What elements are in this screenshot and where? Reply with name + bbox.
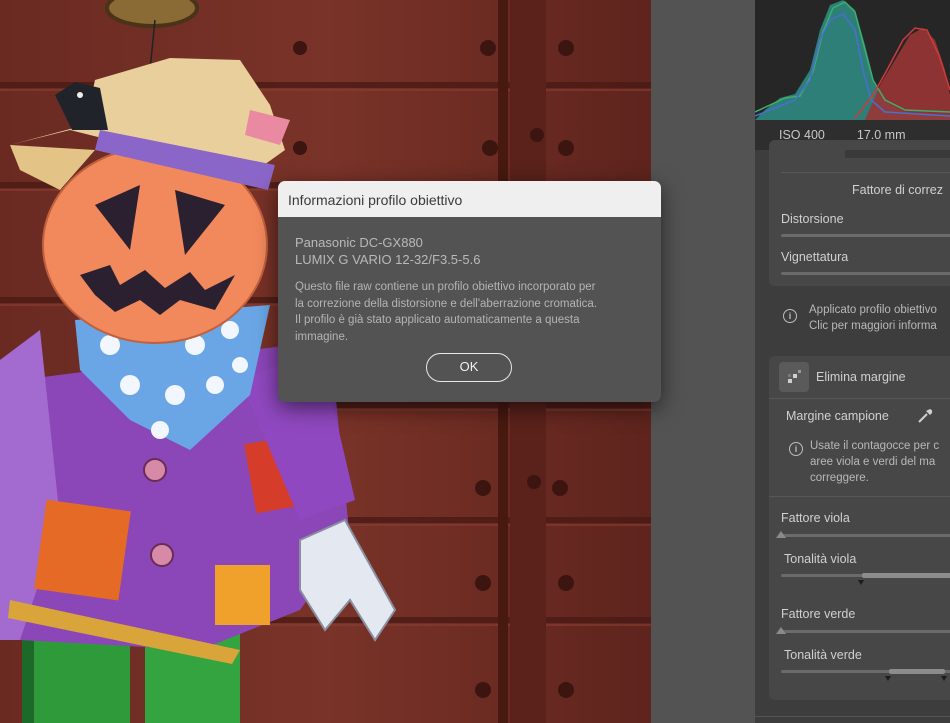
histogram xyxy=(755,0,950,120)
purple-amount-label: Fattore viola xyxy=(781,511,850,525)
correction-factor-heading: Fattore di correz xyxy=(852,183,944,197)
divider xyxy=(755,716,950,717)
purple-hue-thumb[interactable] xyxy=(858,580,864,585)
info-icon[interactable]: i xyxy=(783,309,797,323)
purple-amount-slider[interactable] xyxy=(781,534,950,537)
green-hue-label: Tonalità verde xyxy=(784,648,862,662)
ok-button[interactable]: OK xyxy=(426,353,512,382)
applied-profile-link[interactable]: Applicato profilo obiettivo Clic per mag… xyxy=(809,302,937,334)
purple-hue-range xyxy=(862,573,950,578)
green-hue-thumb-left[interactable] xyxy=(885,676,891,681)
profile-dropdown-partial[interactable] xyxy=(845,150,950,158)
defringe-icon xyxy=(779,362,809,392)
defringe-title: Elimina margine xyxy=(816,370,906,384)
divider xyxy=(769,496,950,497)
applied-note-line1: Applicato profilo obiettivo xyxy=(809,304,937,316)
green-hue-range xyxy=(889,669,945,674)
green-amount-slider[interactable] xyxy=(781,630,950,633)
vignetting-slider[interactable] xyxy=(781,272,950,275)
lens-correction-card: Fattore di correz Distorsione Vignettatu… xyxy=(769,140,950,286)
green-amount-thumb[interactable] xyxy=(776,627,786,634)
histogram-graph xyxy=(755,0,950,120)
green-amount-label: Fattore verde xyxy=(781,607,856,621)
lens-model: LUMIX G VARIO 12-32/F3.5-5.6 xyxy=(295,252,481,267)
defringe-note-line: correggere. xyxy=(810,472,869,484)
lens-profile-info-dialog: Informazioni profilo obiettivo Panasonic… xyxy=(278,181,661,402)
defringe-note: Usate il contagocce per c aree viola e v… xyxy=(810,438,939,486)
sample-fringe-label: Margine campione xyxy=(786,409,889,423)
camera-model: Panasonic DC-GX880 xyxy=(295,235,423,250)
dialog-body: Panasonic DC-GX880 LUMIX G VARIO 12-32/F… xyxy=(278,217,661,345)
defringe-note-line: aree viola e verdi del ma xyxy=(810,456,936,468)
divider xyxy=(769,398,950,399)
edit-panel: ISO 400 17.0 mm Fattore di correz Distor… xyxy=(755,0,950,723)
applied-note-line2: Clic per maggiori informa xyxy=(809,320,937,332)
eyedropper-icon[interactable] xyxy=(915,406,935,426)
green-hue-thumb-right[interactable] xyxy=(941,676,947,681)
vignetting-label: Vignettatura xyxy=(781,250,849,264)
distortion-slider[interactable] xyxy=(781,234,950,237)
info-icon: i xyxy=(789,442,803,456)
dialog-message: Questo file raw contiene un profilo obie… xyxy=(295,281,597,343)
distortion-label: Distorsione xyxy=(781,212,844,226)
purple-amount-thumb[interactable] xyxy=(776,531,786,538)
divider xyxy=(781,172,950,173)
purple-hue-label: Tonalità viola xyxy=(784,552,857,566)
dialog-title: Informazioni profilo obiettivo xyxy=(278,181,661,217)
canvas-gutter xyxy=(651,0,755,723)
defringe-note-line: Usate il contagocce per c xyxy=(810,440,940,452)
defringe-card: Elimina margine Margine campione i Usate… xyxy=(769,356,950,700)
